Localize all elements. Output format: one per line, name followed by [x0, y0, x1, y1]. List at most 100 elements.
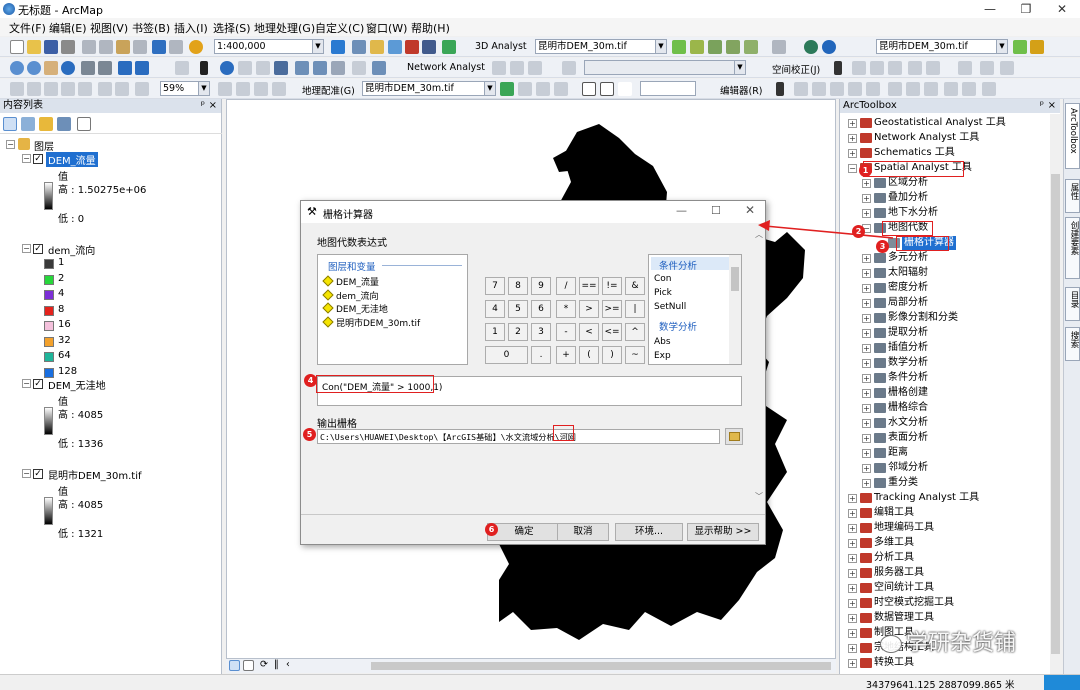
- georef-layer-combo[interactable]: 昆明市DEM_30m.tif ▼: [362, 81, 496, 96]
- expand-toggle[interactable]: +: [862, 209, 871, 218]
- link-table-icon[interactable]: [908, 61, 922, 75]
- toolbox-item[interactable]: 太阳辐射: [888, 266, 928, 280]
- arctoolbox-window-icon[interactable]: [405, 40, 419, 54]
- layout-back-icon[interactable]: [98, 82, 112, 96]
- calc-key[interactable]: <=: [602, 323, 622, 341]
- save-icon[interactable]: [44, 40, 58, 54]
- calc-key[interactable]: 5: [508, 300, 528, 318]
- identify-icon[interactable]: [220, 61, 234, 75]
- scroll-thumb[interactable]: [1051, 174, 1060, 654]
- toc-window-icon[interactable]: [352, 40, 366, 54]
- toolbox-item[interactable]: 分析工具: [874, 551, 914, 565]
- focus-frame-icon[interactable]: [236, 82, 250, 96]
- collapse-layer-1[interactable]: −: [22, 154, 31, 163]
- hyperlink-icon[interactable]: [238, 61, 252, 75]
- menu-edit[interactable]: 编辑(E): [49, 20, 87, 36]
- html-popup-icon[interactable]: [256, 61, 270, 75]
- network-window-icon[interactable]: [562, 61, 576, 75]
- layer-4-name[interactable]: 昆明市DEM_30m.tif: [48, 467, 142, 482]
- dialog-minimize-button[interactable]: —: [676, 204, 687, 217]
- browse-folder-button[interactable]: [725, 428, 743, 445]
- side-tab-create-features[interactable]: 创建要素: [1065, 217, 1080, 279]
- menu-selection[interactable]: 选择(S): [213, 20, 251, 36]
- menu-customize[interactable]: 自定义(C): [315, 20, 364, 36]
- collapse-root[interactable]: −: [6, 140, 15, 149]
- calc-key[interactable]: /: [556, 277, 576, 295]
- toolbox-item[interactable]: 空间统计工具: [874, 581, 934, 595]
- new-icon[interactable]: [10, 40, 24, 54]
- expand-toggle[interactable]: +: [862, 314, 871, 323]
- pause-icon[interactable]: ‖: [274, 659, 279, 670]
- pan-icon[interactable]: [44, 61, 58, 75]
- toolbox-item[interactable]: Network Analyst 工具: [874, 131, 979, 145]
- select-elements-icon[interactable]: [200, 61, 208, 75]
- measure-icon[interactable]: [331, 61, 345, 75]
- toolbox-item[interactable]: 数据管理工具: [874, 611, 934, 625]
- forward-icon[interactable]: [135, 61, 149, 75]
- create-features-icon[interactable]: [924, 82, 938, 96]
- calc-key[interactable]: (: [579, 346, 599, 364]
- calc-key[interactable]: ): [602, 346, 622, 364]
- expand-toggle[interactable]: +: [848, 644, 857, 653]
- sketch-props-icon[interactable]: [906, 82, 920, 96]
- expand-toggle[interactable]: +: [862, 389, 871, 398]
- toolbox-item[interactable]: 数学分析: [888, 356, 928, 370]
- data-driven-pages-icon[interactable]: [272, 82, 286, 96]
- root-layer[interactable]: 图层: [34, 138, 54, 153]
- modelbuilder-icon[interactable]: [442, 40, 456, 54]
- expand-toggle[interactable]: +: [848, 629, 857, 638]
- redo-icon[interactable]: [169, 40, 183, 54]
- add-data-icon[interactable]: [189, 40, 203, 54]
- new-displacement-link-icon[interactable]: [852, 61, 866, 75]
- reshape-icon[interactable]: [812, 82, 826, 96]
- collapse-layer-2[interactable]: −: [22, 244, 31, 253]
- close-icon[interactable]: ×: [209, 99, 217, 113]
- rotate-angle-input[interactable]: [640, 81, 696, 96]
- layers-and-variables-list[interactable]: 图层和变量 DEM_流量 dem_流向 DEM_无洼地 昆明市DEM_30m.tif: [317, 254, 468, 365]
- calc-key[interactable]: .: [531, 346, 551, 364]
- expand-toggle[interactable]: +: [862, 284, 871, 293]
- time-slider-icon[interactable]: [352, 61, 366, 75]
- refresh-icon[interactable]: ⟳: [260, 659, 268, 670]
- find-icon[interactable]: [274, 61, 288, 75]
- calc-key[interactable]: -: [556, 323, 576, 341]
- python-window-icon[interactable]: [422, 40, 436, 54]
- arcscene-icon[interactable]: [804, 40, 818, 54]
- calc-key[interactable]: ^: [625, 323, 645, 341]
- layout-fwd-icon[interactable]: [115, 82, 129, 96]
- split-icon[interactable]: [848, 82, 862, 96]
- toolbox-item[interactable]: 条件分析: [888, 371, 928, 385]
- network-create-icon[interactable]: [492, 61, 506, 75]
- arcglobe-icon[interactable]: [822, 40, 836, 54]
- toolbox-item[interactable]: 栅格创建: [888, 386, 928, 400]
- print-icon[interactable]: [61, 40, 75, 54]
- options-icon[interactable]: [77, 117, 91, 131]
- brush-icon[interactable]: [1000, 61, 1014, 75]
- calc-key[interactable]: !=: [602, 277, 622, 295]
- layout-full-icon[interactable]: [61, 82, 75, 96]
- expand-toggle[interactable]: +: [862, 419, 871, 428]
- menu-insert[interactable]: 插入(I): [174, 20, 208, 36]
- map-hscroll-thumb[interactable]: [371, 662, 831, 670]
- undo-icon[interactable]: [152, 40, 166, 54]
- collapse-layer-4[interactable]: −: [22, 469, 31, 478]
- edit-vertices-icon[interactable]: [794, 82, 808, 96]
- toolbox-item[interactable]: 服务器工具: [874, 566, 924, 580]
- layout-pan-icon[interactable]: [44, 82, 58, 96]
- toolbox-item[interactable]: 多维工具: [874, 536, 914, 550]
- menu-view[interactable]: 视图(V): [90, 20, 128, 36]
- multi-link-icon[interactable]: [888, 61, 902, 75]
- delete-icon[interactable]: [133, 40, 147, 54]
- toolbox-item[interactable]: 地理编码工具: [874, 521, 934, 535]
- dialog-scrollbar[interactable]: ︿ ﹀: [753, 229, 765, 509]
- layer-variable-item[interactable]: dem_流向: [336, 289, 379, 302]
- expand-toggle[interactable]: +: [848, 509, 857, 518]
- layer-variable-item[interactable]: DEM_流量: [336, 275, 379, 288]
- calc-key[interactable]: 2: [508, 323, 528, 341]
- calc-key[interactable]: 1: [485, 323, 505, 341]
- dialog-close-button[interactable]: ✕: [745, 203, 755, 217]
- calc-key[interactable]: ==: [579, 277, 599, 295]
- toolbox-item[interactable]: 密度分析: [888, 281, 928, 295]
- toolbox-item[interactable]: 编辑工具: [874, 506, 914, 520]
- expand-toggle[interactable]: +: [848, 554, 857, 563]
